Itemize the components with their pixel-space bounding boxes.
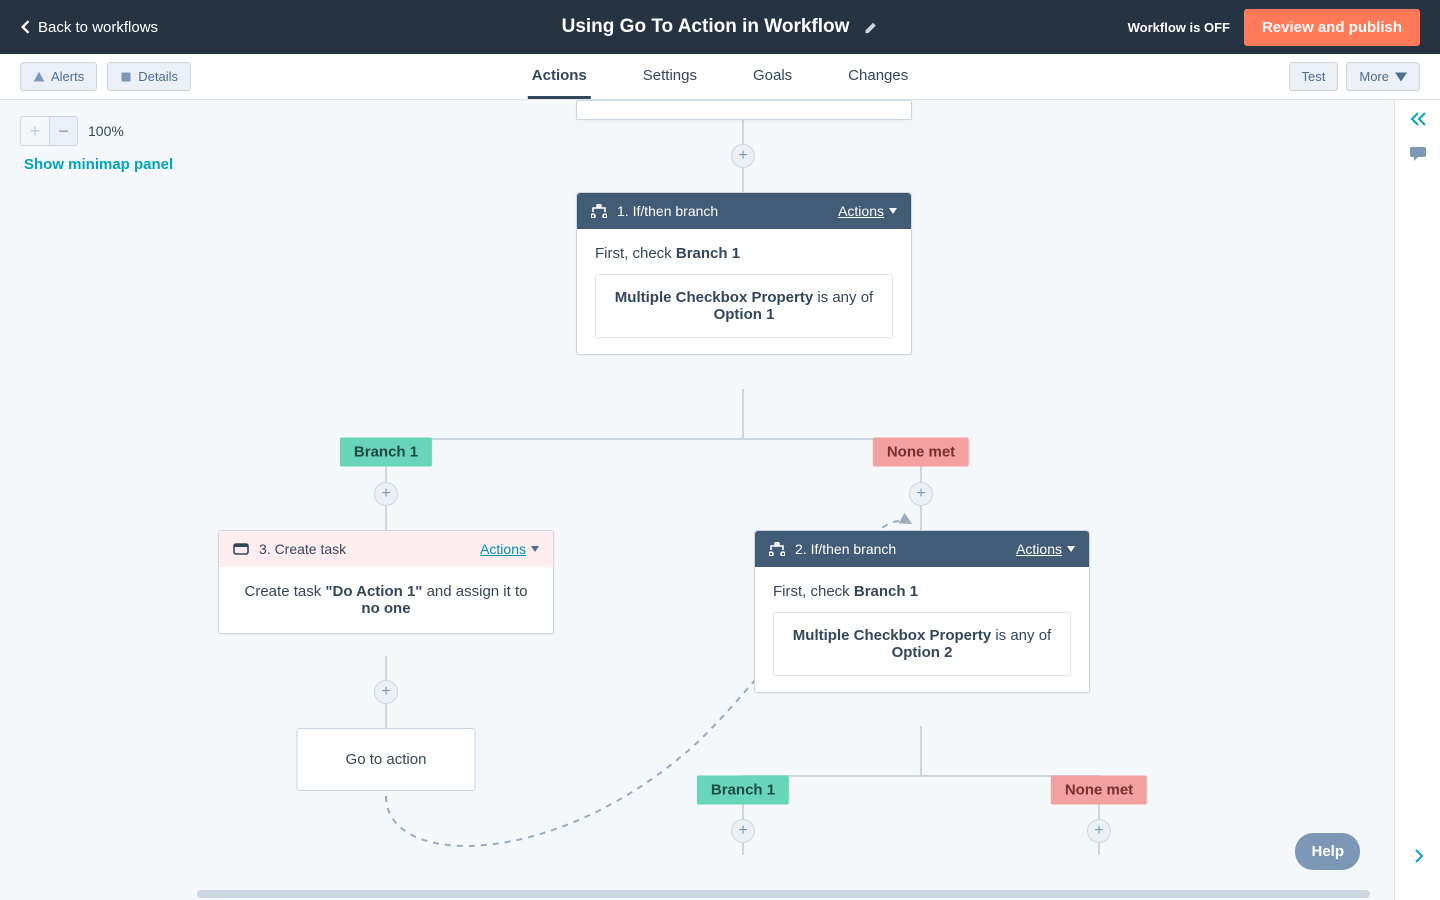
subbar-left: Alerts Details [20,62,191,91]
tab-actions[interactable]: Actions [528,54,591,99]
node-header: 3. Create task Actions [219,531,553,567]
task-pre: Create task [245,583,326,600]
comments-button[interactable] [1409,146,1427,162]
right-rail [1394,100,1440,900]
node-body: Create task "Do Action 1" and assign it … [219,567,553,633]
task-mid: and assign it to [422,583,527,600]
test-button[interactable]: Test [1289,62,1339,91]
node-title: 1. If/then branch [617,203,718,219]
zoom-level: 100% [88,123,124,139]
alerts-label: Alerts [51,69,84,84]
details-button[interactable]: Details [107,62,191,91]
connector [920,726,922,776]
node-body: First, check Branch 1 Multiple Checkbox … [577,229,911,354]
back-label: Back to workflows [38,19,158,36]
node-actions-menu[interactable]: Actions [838,203,897,219]
connector [742,775,1100,777]
lead-bold: Branch 1 [676,245,740,262]
task-assignee: no one [361,600,410,617]
if-then-branch-1-node[interactable]: 1. If/then branch Actions First, check B… [576,192,912,355]
branch-label-none-met-b: None met [1051,776,1147,805]
tab-goals[interactable]: Goals [749,54,796,99]
canvas[interactable]: + − 100% Show minimap panel + 1. If/then… [0,100,1440,900]
create-task-node[interactable]: 3. Create task Actions Create task "Do A… [218,530,554,634]
more-button[interactable]: More [1346,62,1420,91]
help-button[interactable]: Help [1295,833,1360,870]
branch-label-none-met: None met [873,438,969,467]
rule-value: Option 2 [892,644,953,661]
branch-icon [769,542,785,556]
task-name: "Do Action 1" [325,583,422,600]
collapse-rail-button[interactable] [1409,112,1427,126]
rule-value: Option 1 [714,306,775,323]
lead-bold: Branch 1 [854,583,918,600]
diagram: + 1. If/then branch Actions First, check… [0,100,1440,900]
details-label: Details [138,69,178,84]
caret-down-icon [889,208,897,214]
actions-label: Actions [480,541,526,557]
subbar: Alerts Details Actions Settings Goals Ch… [0,54,1440,100]
title-wrap: Using Go To Action in Workflow [562,16,879,38]
alerts-button[interactable]: Alerts [20,62,97,91]
caret-down-icon [531,546,539,552]
zoom-buttons: + − [20,116,78,146]
add-action-button[interactable]: + [374,680,398,704]
horizontal-scrollbar[interactable] [173,888,1394,900]
rule-box: Multiple Checkbox Property is any of Opt… [595,274,893,338]
add-action-button[interactable]: + [1087,819,1111,843]
zoom-out-button[interactable]: − [49,117,77,145]
zoom-controls: + − 100% [20,116,124,146]
tab-settings[interactable]: Settings [639,54,701,99]
edit-icon[interactable] [863,20,878,35]
chevron-left-icon [20,20,30,34]
expand-help-button[interactable] [1414,848,1424,864]
page-title: Using Go To Action in Workflow [562,16,850,38]
zoom-in-button[interactable]: + [21,117,49,145]
node-header: 1. If/then branch Actions [577,193,911,229]
node-title: 3. Create task [259,541,346,557]
details-icon [120,71,132,83]
node-title: 2. If/then branch [795,541,896,557]
tabs: Actions Settings Goals Changes [528,54,912,99]
node-body: First, check Branch 1 Multiple Checkbox … [755,567,1089,692]
caret-down-icon [1067,546,1075,552]
scrollbar-thumb[interactable] [197,890,1370,898]
node-actions-menu[interactable]: Actions [1016,541,1075,557]
rule-mid: is any of [813,289,873,306]
task-icon [233,542,249,556]
node-actions-menu[interactable]: Actions [480,541,539,557]
caret-down-icon [1395,71,1407,83]
subbar-right: Test More [1289,62,1420,91]
branch-icon [591,204,607,218]
rule-property: Multiple Checkbox Property [615,289,813,306]
actions-label: Actions [838,203,884,219]
add-action-button[interactable]: + [909,482,933,506]
rule-property: Multiple Checkbox Property [793,627,991,644]
actions-label: Actions [1016,541,1062,557]
add-action-button[interactable]: + [731,819,755,843]
node-header: 2. If/then branch Actions [755,531,1089,567]
tab-changes[interactable]: Changes [844,54,912,99]
topbar: Back to workflows Using Go To Action in … [0,0,1440,54]
lead-text: First, check [773,583,854,600]
workflow-status: Workflow is OFF [1128,20,1230,35]
lead-text: First, check [595,245,676,262]
goto-action-node[interactable]: Go to action [297,728,476,791]
top-right: Workflow is OFF Review and publish [1128,9,1420,46]
connector [742,389,744,439]
back-to-workflows-link[interactable]: Back to workflows [20,19,158,36]
branch-label-branch1-b: Branch 1 [697,776,789,805]
rule-mid: is any of [991,627,1051,644]
rule-box: Multiple Checkbox Property is any of Opt… [773,612,1071,676]
add-action-button[interactable]: + [731,144,755,168]
trigger-node-peek[interactable] [576,100,912,120]
show-minimap-link[interactable]: Show minimap panel [24,156,173,173]
review-publish-button[interactable]: Review and publish [1244,9,1420,46]
if-then-branch-2-node[interactable]: 2. If/then branch Actions First, check B… [754,530,1090,693]
connector [385,438,921,440]
add-action-button[interactable]: + [374,482,398,506]
alert-icon [33,71,45,83]
more-label: More [1359,69,1389,84]
branch-label-branch1: Branch 1 [340,438,432,467]
